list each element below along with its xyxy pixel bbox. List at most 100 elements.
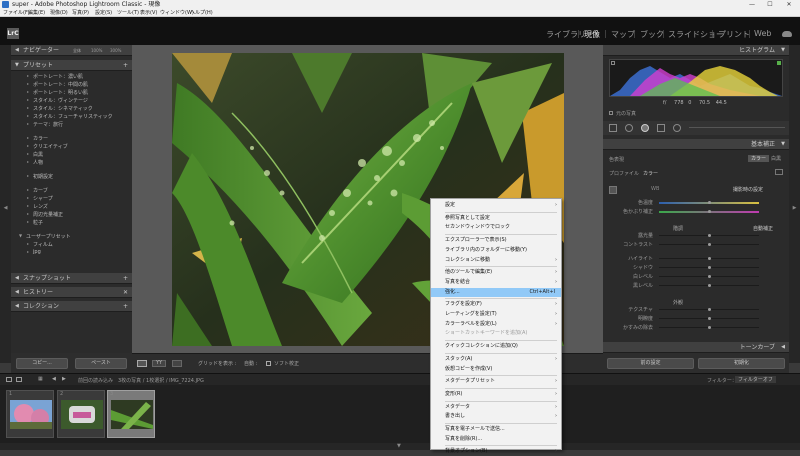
module-web[interactable]: Web	[754, 29, 771, 38]
auto-label[interactable]: 自動 :	[244, 360, 257, 367]
context-menu-item[interactable]: 写真を削除(R)...	[431, 435, 561, 444]
context-menu-item[interactable]: カラーラベルを設定(L) ›	[431, 320, 561, 329]
module-develop[interactable]: 現像	[584, 29, 600, 40]
highlight-clipping-icon[interactable]	[777, 61, 781, 65]
preset-item[interactable]: ▸ 粒子	[27, 219, 43, 226]
module-book[interactable]: ブック	[640, 29, 664, 40]
photo-count-label[interactable]: 3枚の写真 / 1枚選択 / IMG_7224.JPG	[118, 377, 204, 384]
menu-help[interactable]: ヘルプ(H)	[190, 9, 213, 17]
copy-button[interactable]: コピー...	[16, 358, 68, 369]
slider-knob[interactable]	[707, 243, 711, 246]
collapse-left-icon[interactable]: ◀	[0, 205, 11, 211]
right-edge[interactable]: ▶	[789, 45, 800, 363]
auto-tone-button[interactable]: 自動補正	[753, 225, 773, 232]
original-photo-checkbox[interactable]	[609, 111, 613, 115]
source-label[interactable]: 前回の読み込み	[78, 377, 113, 384]
reset-button[interactable]: 初期化	[698, 358, 785, 369]
profile-value[interactable]: カラー	[643, 170, 658, 177]
context-menu-item[interactable]: 他のツールで編集(E) ›	[431, 268, 561, 277]
cloud-icon[interactable]	[782, 31, 792, 37]
slider-knob[interactable]	[707, 308, 711, 311]
tone-curve-header[interactable]: トーンカーブ ◀	[603, 342, 789, 353]
preset-item[interactable]: ▸ 周辺光量補正	[27, 211, 63, 218]
filter-dropdown[interactable]: フィルターオフ	[735, 376, 776, 383]
slider-knob[interactable]	[707, 275, 711, 278]
preset-item[interactable]: ▸ レンズ	[27, 203, 48, 210]
context-menu-item[interactable]: フラグを設定(F) ›	[431, 300, 561, 309]
preset-item[interactable]: ▸ 初期設定	[27, 173, 53, 180]
add-snapshot-icon[interactable]: +	[123, 273, 128, 284]
maximize-button[interactable]: ☐	[763, 0, 777, 9]
preset-item[interactable]: ▸ テーマ：旅行	[27, 121, 63, 128]
preset-item[interactable]: ▸ jpg	[27, 249, 41, 255]
menu-view[interactable]: 表示(V)	[140, 9, 157, 17]
profile-browser-icon[interactable]	[775, 169, 783, 175]
module-library[interactable]: ライブラリ	[546, 29, 586, 40]
thumbnail-1[interactable]: 1	[6, 390, 54, 438]
zoom-300[interactable]: 300%	[110, 45, 121, 56]
left-edge[interactable]: ◀	[0, 45, 11, 363]
slider-knob[interactable]	[707, 257, 711, 260]
context-menu-item[interactable]: 強化... Ctrl+Alt+I	[431, 287, 561, 297]
preset-group[interactable]: ▼ ユーザープリセット	[19, 233, 71, 240]
crop-icon[interactable]	[609, 124, 617, 132]
screen-2-icon[interactable]	[16, 377, 22, 382]
menu-develop[interactable]: 現像(D)	[50, 9, 68, 17]
history-header[interactable]: ◀ ヒストリー ✕	[11, 287, 132, 298]
tool-slider-track[interactable]	[689, 127, 785, 128]
menu-tools[interactable]: ツール(T)	[117, 9, 139, 17]
preset-item[interactable]: ▸ ポートレート：濃い肌	[27, 73, 83, 80]
back-arrow-icon[interactable]: ◀	[52, 376, 56, 382]
context-menu-item[interactable]: 書き出し ›	[431, 412, 561, 421]
wb-value[interactable]: 撮影時の設定	[733, 186, 763, 193]
screen-1-icon[interactable]	[6, 377, 12, 382]
preset-item[interactable]: ▸ フィルム	[27, 241, 53, 248]
context-menu-item[interactable]: 写真を結合 ›	[431, 278, 561, 287]
preset-item[interactable]: ▸ シャープ	[27, 195, 53, 202]
radial-filter-icon[interactable]	[673, 124, 681, 132]
module-map[interactable]: マップ	[611, 29, 635, 40]
paste-button[interactable]: ペースト	[75, 358, 127, 369]
basic-header[interactable]: 基本補正 ▼	[603, 139, 789, 150]
context-menu-item[interactable]: クイックコレクションに追加(Q)	[431, 342, 561, 351]
swap-icon[interactable]	[172, 360, 182, 367]
collapse-right-icon[interactable]: ▶	[789, 205, 800, 211]
add-preset-icon[interactable]: +	[123, 60, 128, 71]
shadow-clipping-icon[interactable]	[611, 61, 615, 65]
slider-knob[interactable]	[707, 317, 711, 320]
forward-arrow-icon[interactable]: ▶	[62, 376, 66, 382]
bottom-edge[interactable]: ▼	[0, 443, 800, 450]
thumbnail-3[interactable]: 3	[107, 390, 155, 438]
grid-icon[interactable]: ▦	[38, 376, 43, 382]
add-collection-icon[interactable]: +	[123, 301, 128, 312]
context-menu-item[interactable]: コレクションに移動 ›	[431, 256, 561, 265]
minimize-button[interactable]: —	[745, 0, 759, 9]
context-menu-item[interactable]: 設定 ›	[431, 201, 561, 210]
red-eye-icon[interactable]	[641, 124, 649, 132]
context-menu-item[interactable]: 写真を電子メールで送信...	[431, 425, 561, 434]
context-menu-item[interactable]: 変形(R) ›	[431, 390, 561, 399]
presets-header[interactable]: ▼ プリセット +	[11, 60, 132, 71]
histogram[interactable]	[609, 59, 783, 97]
context-menu-item[interactable]: 参照写真として設定	[431, 214, 561, 223]
preset-item[interactable]: ▸ スタイル：シネマティック	[27, 105, 93, 112]
preset-item[interactable]: ▸ スタイル：ヴィンテージ	[27, 97, 88, 104]
menu-photo[interactable]: 写真(P)	[72, 9, 89, 17]
wb-picker-icon[interactable]	[609, 186, 617, 194]
close-button[interactable]: ✕	[782, 0, 796, 9]
slider-knob[interactable]	[707, 266, 711, 269]
menu-file[interactable]: ファイル(F)	[3, 9, 30, 17]
context-menu-item[interactable]: レーティングを設定(T) ›	[431, 310, 561, 319]
spot-removal-icon[interactable]	[625, 124, 633, 132]
treatment-bw-button[interactable]: 白黒	[771, 155, 781, 162]
zoom-fit[interactable]: 全体	[73, 45, 81, 56]
before-after-icon[interactable]: YY	[152, 360, 166, 367]
context-menu-item[interactable]: 仮想コピーを作成(V)	[431, 365, 561, 374]
preset-item[interactable]: ▸ ポートレート：明るい肌	[27, 89, 88, 96]
context-menu-item[interactable]: メタデータ ›	[431, 403, 561, 412]
thumbnail-2[interactable]: 2	[57, 390, 105, 438]
preset-item[interactable]: ▸ クリエイティブ	[27, 143, 68, 150]
preset-item[interactable]: ▸ カーブ	[27, 187, 48, 194]
slider-knob[interactable]	[707, 326, 711, 329]
zoom-100[interactable]: 100%	[91, 45, 102, 56]
